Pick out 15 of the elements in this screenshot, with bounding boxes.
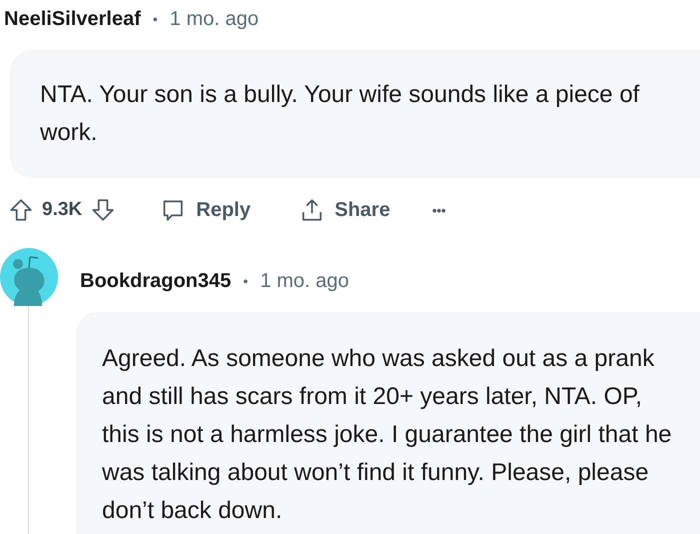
reply-button[interactable]: Reply bbox=[156, 191, 255, 229]
avatar-icon[interactable] bbox=[0, 248, 58, 306]
more-options-button[interactable]: ••• bbox=[428, 196, 450, 224]
username[interactable]: NeeliSilverleaf bbox=[4, 8, 141, 30]
timestamp: 1 mo. ago bbox=[170, 8, 259, 30]
username[interactable]: Bookdragon345 bbox=[80, 270, 232, 292]
timestamp: 1 mo. ago bbox=[260, 270, 350, 292]
share-button[interactable]: Share bbox=[294, 191, 394, 229]
vote-count: 9.3K bbox=[42, 199, 82, 221]
comment-text: Agreed. As someone who was asked out as a prank and still has scars from it 20+ years later, NTA. OP, this is not a harmless joke. I guarantee the girl that he was talking about won’t find it funny. Please, please don’t back down. bbox=[102, 344, 673, 526]
separator-dot: • bbox=[243, 273, 248, 289]
separator-dot: • bbox=[152, 11, 158, 27]
comment-text: NTA. Your son is a bully. Your wife sounds like a piece of work. bbox=[40, 80, 640, 148]
downvote-icon[interactable] bbox=[90, 197, 116, 223]
upvote-icon[interactable] bbox=[8, 197, 34, 223]
